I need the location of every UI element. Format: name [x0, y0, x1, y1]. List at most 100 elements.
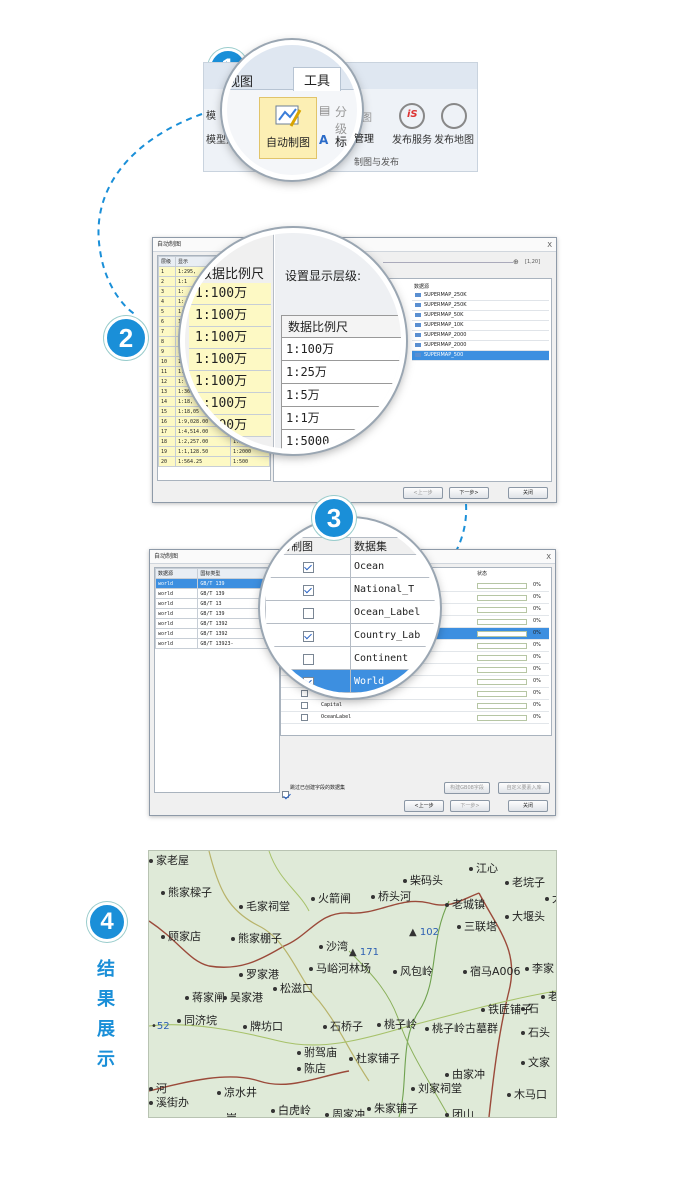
- dataset-check-row[interactable]: OceanLabel 0%: [281, 712, 549, 724]
- label-manage-label[interactable]: 标: [335, 133, 347, 150]
- mag-scale-col-left: 数据比例尺 1:100万 1:100万 1:100万 1:100万 1:100万 1:10…: [185, 233, 274, 449]
- map-place-label: 桃子岭古墓群: [425, 1023, 498, 1035]
- place-dot-icon: [239, 905, 243, 909]
- place-dot-icon: [177, 1019, 181, 1023]
- map-place-label: 吴家港: [223, 992, 263, 1004]
- place-name: 桃子岭古墓群: [432, 1022, 498, 1035]
- mag-dataset-row[interactable]: Country_Lab: [265, 623, 435, 647]
- elevation-value: 102: [419, 927, 439, 938]
- ribbon-group-label: 制图与发布: [354, 158, 400, 168]
- place-name: 顾家店: [168, 930, 201, 943]
- next-button-2[interactable]: 下一步>: [450, 800, 490, 812]
- participate-checkbox-mag[interactable]: [302, 607, 314, 619]
- datasource-row[interactable]: world GB/T 139: [155, 578, 279, 589]
- mag-dataset-row[interactable]: World: [265, 669, 435, 693]
- prev-button-2[interactable]: <上一步: [404, 800, 444, 812]
- dataset-row[interactable]: SUPERMAP_50K: [412, 311, 549, 321]
- map-place-label: 凉水井: [217, 1087, 257, 1099]
- progress-percent: 0%: [533, 618, 541, 624]
- auto-map-button[interactable]: 自动制图: [259, 97, 317, 159]
- mag-dataset-row[interactable]: National_T: [265, 577, 435, 601]
- place-dot-icon: [545, 897, 549, 901]
- place-dot-icon: [411, 1087, 415, 1091]
- dataset-row[interactable]: SUPERMAP_10K: [412, 321, 549, 331]
- progress-bar: [477, 667, 527, 673]
- next-button[interactable]: 下一步>: [449, 487, 489, 499]
- dataset-row[interactable]: SUPERMAP_500: [412, 351, 549, 361]
- place-name: 河: [156, 1082, 167, 1095]
- participate-checkbox[interactable]: [301, 702, 308, 709]
- participate-checkbox-mag[interactable]: [302, 561, 314, 573]
- place-dot-icon: [185, 996, 189, 1000]
- place-name: 李家: [532, 962, 554, 975]
- result-map[interactable]: 家老屋熊家樑子毛家祠堂 火箭闸 柴码头 江心老垸子大 桥头河老城镇三联塔 大堰头顾家店 熊家…: [148, 850, 557, 1118]
- triangle-icon: ▲: [409, 927, 420, 938]
- participate-checkbox-mag[interactable]: [302, 653, 314, 665]
- participate-checkbox-mag[interactable]: [302, 630, 314, 642]
- place-dot-icon: [457, 925, 461, 929]
- prev-button[interactable]: <上一步: [403, 487, 443, 499]
- mag-tab-view[interactable]: 视图: [227, 71, 253, 90]
- skip-checkbox[interactable]: [282, 791, 289, 798]
- progress-bar: [477, 715, 527, 721]
- display-scale-cell: 1:564.25: [175, 456, 231, 467]
- publish-service-label: 发布服务: [392, 135, 432, 146]
- progress-bar: [477, 703, 527, 709]
- mag-dataset-row[interactable]: Ocean_Label: [265, 600, 435, 624]
- custom-feature-button[interactable]: 自定义要素入库: [498, 782, 550, 794]
- magnifier-dataset-checks: 参与制图 数据集 Ocean National_T Ocean_Label Count…: [260, 518, 440, 698]
- close-icon[interactable]: X: [547, 238, 552, 252]
- level-row[interactable]: 20 1:564.25 1:500: [158, 456, 270, 467]
- result-label: 结 果 展 示: [91, 955, 121, 1075]
- datasource-row[interactable]: world GB/T 13923-: [155, 638, 279, 649]
- close-button[interactable]: 关闭: [508, 487, 548, 499]
- close-button-2[interactable]: 关闭: [508, 800, 548, 812]
- publish-map-button[interactable]: 发布地图: [432, 103, 476, 146]
- participate-checkbox-mag[interactable]: [302, 676, 314, 688]
- place-name: 大: [552, 892, 556, 905]
- build-field-button[interactable]: 构建GB08字段: [444, 782, 490, 794]
- close-icon-2[interactable]: X: [546, 550, 551, 564]
- slider-handle-icon[interactable]: ⊕: [513, 258, 519, 266]
- datasource-row[interactable]: world GB/T 1392: [155, 628, 279, 639]
- place-name: 白虎岭: [278, 1104, 311, 1117]
- map-place-label: 石桥子: [323, 1021, 363, 1033]
- publish-service-button[interactable]: iS 发布服务: [390, 103, 434, 146]
- mag-scale-row: 1:100万: [189, 349, 271, 371]
- map-place-label: 石: [521, 1003, 539, 1015]
- place-name: 石桥子: [330, 1020, 363, 1033]
- mag-tab-tools[interactable]: 工具: [293, 67, 342, 91]
- participate-checkbox[interactable]: [301, 714, 308, 721]
- progress-percent: 0%: [533, 678, 541, 684]
- place-name: 驸驾庙: [304, 1046, 337, 1059]
- progress-bar: [477, 643, 527, 649]
- dataset-name: SUPERMAP_2000: [424, 342, 467, 348]
- data-scale-cell: 1:500: [230, 456, 270, 467]
- col-status: 状态: [477, 571, 488, 577]
- place-dot-icon: [231, 937, 235, 941]
- dataset-check-row[interactable]: Capital 0%: [281, 700, 549, 712]
- mag-scale-row: 1:100万: [189, 327, 271, 349]
- dataset-row[interactable]: SUPERMAP_2000: [412, 341, 549, 351]
- place-name: 老垸子: [512, 876, 545, 889]
- map-place-label: 李家: [525, 963, 554, 975]
- level-slider[interactable]: [383, 262, 513, 263]
- mag-dataset-row[interactable]: Ocean: [265, 554, 435, 578]
- elevation-marker: ▲ 102: [409, 927, 439, 938]
- place-dot-icon: [463, 970, 467, 974]
- mag-dataset-row[interactable]: Continent: [265, 646, 435, 670]
- map-place-label: 风包岭: [393, 966, 433, 978]
- map-place-label: 白虎岭: [271, 1105, 311, 1117]
- dataset-row[interactable]: SUPERMAP_2000: [412, 331, 549, 341]
- mag-scale-table-2: 数据比例尺 1:100万 1:25万 1:5万 1:1万 1:5000: [281, 315, 401, 449]
- place-dot-icon: [469, 867, 473, 871]
- mag-scale-row: 1:100万: [189, 283, 271, 305]
- participate-checkbox-mag[interactable]: [302, 584, 314, 596]
- level-cell: 7: [158, 326, 176, 337]
- step-4-badge: 4: [87, 902, 127, 942]
- level-cell: 4: [158, 296, 176, 307]
- level-cell: 8: [158, 336, 176, 347]
- map-place-label: 老垸子: [505, 877, 545, 889]
- dataset-row[interactable]: SUPERMAP_250K: [412, 291, 549, 301]
- dataset-row[interactable]: SUPERMAP_250K: [412, 301, 549, 311]
